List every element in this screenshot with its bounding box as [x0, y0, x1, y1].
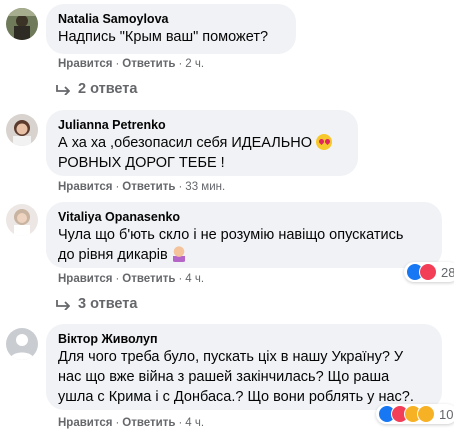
reply-link[interactable]: Ответить [122, 58, 175, 70]
comment-actions: Нравится · Ответить · 2 ч. [58, 58, 205, 70]
comment-text: Для чого треба було, пускать ціх в нашу … [58, 347, 430, 407]
comment-text-line: ушла с Крима і с Донбаса.? Що вони робля… [58, 389, 414, 405]
replies-count: 3 ответа [78, 296, 138, 312]
love-reaction-icon [419, 263, 437, 281]
comment-bubble: Віктор Живолуп Для чого треба було, пуск… [46, 324, 442, 410]
comment-time[interactable]: 4 ч. [185, 417, 204, 429]
comment-time[interactable]: 2 ч. [185, 58, 204, 70]
facepalm-emoji-icon [171, 246, 186, 262]
avatar[interactable] [6, 204, 38, 236]
reply-link[interactable]: Ответить [122, 181, 175, 193]
comment-text: А ха ха ,обезопасил себя ИДЕАЛЬНО РОВНЫХ… [58, 133, 346, 173]
comment-time[interactable]: 33 мин. [185, 181, 225, 193]
comment-text: Надпись "Крым ваш" поможет? [58, 29, 269, 45]
avatar[interactable] [6, 8, 38, 40]
like-link[interactable]: Нравится [58, 58, 112, 70]
comment-bubble: Julianna Petrenko А ха ха ,обезопасил се… [46, 110, 358, 176]
reply-arrow-icon [56, 300, 71, 311]
comment-text-line: РОВНЫХ ДОРОГ ТЕБЕ ! [58, 155, 225, 171]
comment-text-line: Чула що б'ють скло і не розумію навіщо о… [58, 227, 404, 243]
comment-text-line: до рівня дикарів [58, 247, 168, 263]
comment-actions: Нравится · Ответить · 4 ч. [58, 273, 205, 285]
reply-arrow-icon [56, 85, 71, 96]
comment-bubble: Natalia Samoylova Надпись "Крым ваш" пом… [46, 4, 296, 54]
comment-text-line: Для чого треба було, пускать ціх в нашу … [58, 349, 404, 365]
avatar[interactable] [6, 328, 38, 360]
comment-text-line: А ха ха ,обезопасил себя ИДЕАЛЬНО [58, 135, 313, 151]
comment-time[interactable]: 4 ч. [185, 273, 204, 285]
view-replies-button[interactable]: 2 ответа [56, 80, 137, 98]
like-link[interactable]: Нравится [58, 181, 112, 193]
reactions-summary[interactable]: 10 [376, 404, 454, 424]
like-link[interactable]: Нравится [58, 417, 112, 429]
reactions-summary[interactable]: 28 [404, 262, 454, 282]
comment-actions: Нравится · Ответить · 33 мин. [58, 181, 226, 193]
reaction-count: 28 [441, 264, 454, 280]
avatar[interactable] [6, 114, 38, 146]
comment-author[interactable]: Natalia Samoylova [58, 11, 284, 27]
replies-count: 2 ответа [78, 81, 138, 97]
comment-text: Чула що б'ють скло і не розумію навіщо о… [58, 225, 430, 265]
comment-text-line: нас що вже війна з рашей закінчилась? Що… [58, 369, 390, 385]
comment-author[interactable]: Vitaliya Opanasenko [58, 209, 430, 225]
comment-actions: Нравится · Ответить · 4 ч. [58, 417, 205, 429]
reaction-count: 10 [439, 406, 454, 422]
reply-link[interactable]: Ответить [122, 417, 175, 429]
comment-author[interactable]: Віктор Живолуп [58, 331, 430, 347]
like-link[interactable]: Нравится [58, 273, 112, 285]
comment-author[interactable]: Julianna Petrenko [58, 117, 346, 133]
view-replies-button[interactable]: 3 ответа [56, 295, 137, 313]
comment-bubble: Vitaliya Opanasenko Чула що б'ють скло і… [46, 202, 442, 268]
reply-link[interactable]: Ответить [122, 273, 175, 285]
heart-eyes-emoji-icon [316, 134, 333, 150]
sad-reaction-icon [417, 405, 435, 423]
